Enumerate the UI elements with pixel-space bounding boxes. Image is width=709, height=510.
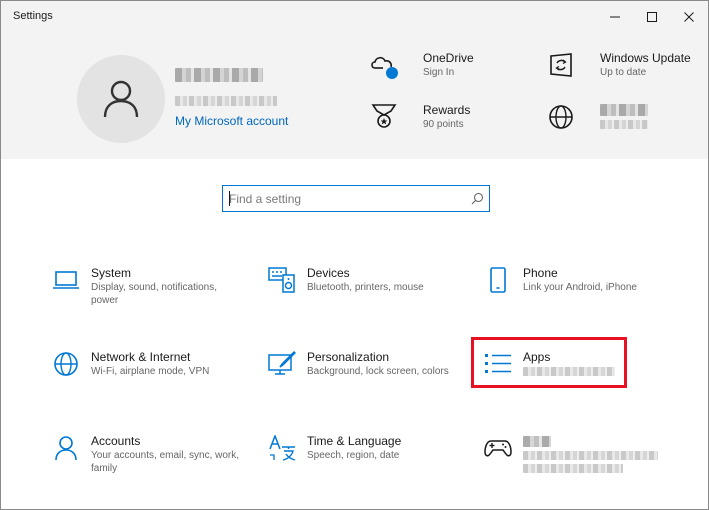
windows-update-subtitle: Up to date [600,67,647,78]
tile-description: Wi-Fi, airplane mode, VPN [91,366,210,377]
tile-gaming[interactable] [483,434,683,494]
windows-update-title: Windows Update [600,51,691,65]
web-search-item[interactable] [546,101,696,135]
tile-personalization[interactable]: Personalization Background, lock screen,… [267,350,467,410]
tile-title: Devices [307,266,350,280]
refresh-icon [546,50,576,80]
tile-title: Phone [523,266,558,280]
tile-phone[interactable]: Phone Link your Android, iPhone [483,266,683,326]
user-icon [103,80,139,118]
globe-icon [51,350,81,378]
tile-accounts[interactable]: Accounts Your accounts, email, sync, wor… [51,434,251,494]
tile-description-redacted [523,464,623,473]
rewards-item[interactable]: Rewards 90 points [369,101,519,135]
avatar[interactable] [77,55,165,143]
maximize-button[interactable] [634,1,670,33]
tile-description-redacted [523,451,658,460]
account-header: My Microsoft account OneDrive Sign In Wi… [1,33,708,159]
minimize-icon [610,16,620,18]
close-button[interactable] [671,1,707,33]
tile-time-language[interactable]: Time & Language Speech, region, date [267,434,467,494]
web-search-title-redacted [600,104,648,116]
web-search-subtitle-redacted [600,120,648,129]
rewards-subtitle: 90 points [423,119,464,130]
search-input[interactable] [229,189,459,208]
onedrive-title: OneDrive [423,51,474,65]
tile-title: Network & Internet [91,350,191,364]
phone-icon [483,266,513,294]
title-bar: Settings [1,1,708,33]
tile-description: Link your Android, iPhone [523,282,637,293]
onedrive-subtitle: Sign In [423,67,455,78]
tile-description: Background, lock screen, colors [307,366,449,377]
my-microsoft-account-link[interactable]: My Microsoft account [175,114,288,128]
onedrive-cloud-icon [369,51,399,81]
tile-system[interactable]: System Display, sound, notifications, po… [51,266,251,326]
minimize-button[interactable] [597,1,633,33]
language-icon [267,434,297,462]
search-icon[interactable] [471,192,484,205]
laptop-icon [51,266,81,294]
tile-title: Personalization [307,350,390,364]
tile-title: Time & Language [307,434,402,448]
tile-description: Speech, region, date [307,450,400,461]
tile-title: Accounts [91,434,141,448]
tile-description: Your accounts, email, sync, work, family [91,450,240,474]
settings-window: Settings My Microsoft account OneDrive S… [0,0,709,510]
keyboard-speaker-icon [267,266,297,294]
globe-icon [546,102,576,132]
trophy-icon [369,101,399,131]
tile-devices[interactable]: Devices Bluetooth, printers, mouse [267,266,467,326]
gamepad-icon [483,434,513,462]
onedrive-item[interactable]: OneDrive Sign In [369,49,519,83]
close-icon [684,12,694,22]
windows-update-item[interactable]: Windows Update Up to date [546,49,696,83]
account-email-redacted [175,96,277,106]
apps-highlight-box [471,337,627,388]
search-box[interactable] [222,185,490,212]
person-icon [51,434,81,462]
tile-title-redacted [523,436,551,447]
paint-screen-icon [267,350,297,378]
maximize-icon [647,12,657,22]
tile-description: Bluetooth, printers, mouse [307,282,424,293]
window-title: Settings [13,10,53,22]
account-name-redacted [175,68,263,82]
rewards-title: Rewards [423,103,471,117]
tile-network-internet[interactable]: Network & Internet Wi-Fi, airplane mode,… [51,350,251,410]
tile-title: System [91,266,132,280]
tile-description: Display, sound, notifications, power [91,282,217,306]
